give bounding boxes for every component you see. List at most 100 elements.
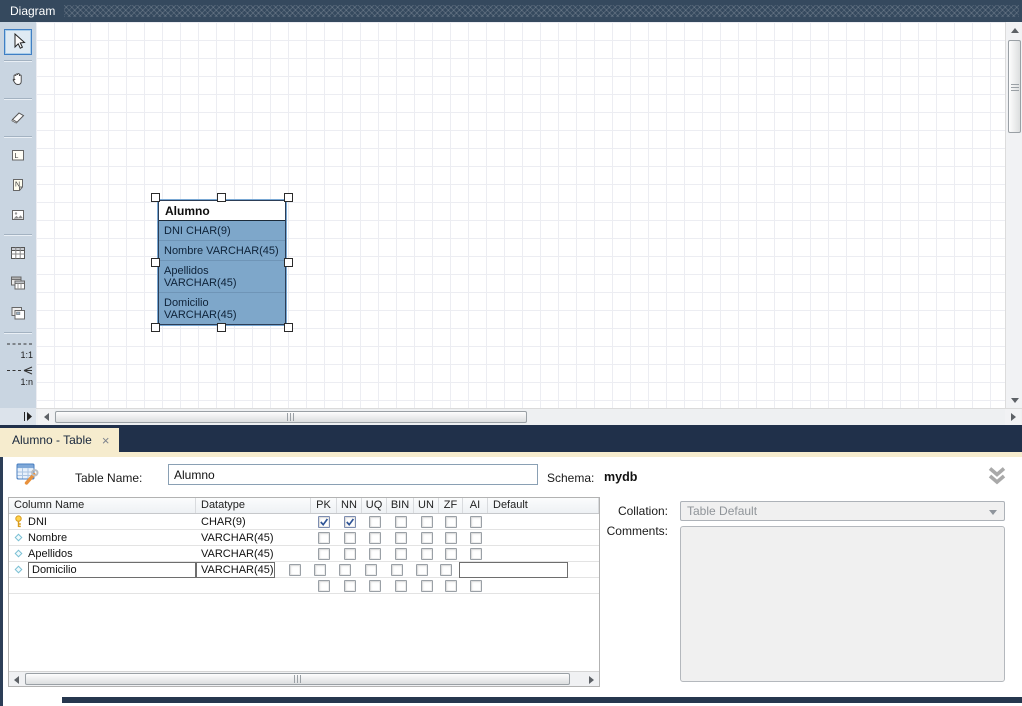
checkbox-un[interactable]	[421, 580, 433, 592]
checkbox-pk[interactable]	[318, 548, 330, 560]
checkbox-ai[interactable]	[470, 580, 482, 592]
checkbox-pk[interactable]	[318, 580, 330, 592]
place-note-tool-button[interactable]: N	[4, 173, 32, 199]
grid-header-column-name[interactable]: Column Name	[9, 498, 196, 513]
checkbox-un[interactable]	[421, 548, 433, 560]
checkbox-uq[interactable]	[369, 548, 381, 560]
checkbox-bin[interactable]	[395, 532, 407, 544]
place-view-tool-button[interactable]	[4, 271, 32, 297]
place-image-tool-button[interactable]	[4, 203, 32, 229]
checkbox-ai[interactable]	[470, 548, 482, 560]
grid-header-nn[interactable]: NN	[337, 498, 362, 513]
checkbox-bin[interactable]	[395, 516, 407, 528]
grid-header-default[interactable]: Default	[488, 498, 599, 513]
grid-row-apellidos[interactable]: ApellidosVARCHAR(45)	[9, 546, 599, 562]
checkbox-uq[interactable]	[369, 580, 381, 592]
diagram-titlebar: Diagram	[0, 0, 1022, 22]
vertical-scroll-thumb[interactable]	[1008, 40, 1021, 133]
scroll-left-arrow[interactable]	[38, 409, 54, 425]
checkbox-zf[interactable]	[445, 548, 457, 560]
checkbox-ai[interactable]	[470, 532, 482, 544]
grid-scroll-thumb[interactable]	[25, 673, 570, 685]
checkbox-un[interactable]	[421, 532, 433, 544]
er-table-figure[interactable]: Alumno DNI CHAR(9)Nombre VARCHAR(45)Apel…	[158, 200, 286, 325]
checkbox-ai[interactable]	[470, 516, 482, 528]
eraser-tool-button[interactable]	[4, 105, 32, 131]
checkbox-pk[interactable]	[318, 532, 330, 544]
pointer-tool-button[interactable]	[4, 29, 32, 55]
checkbox-ai[interactable]	[440, 564, 452, 576]
grid-row-placeholder[interactable]	[9, 578, 599, 594]
selection-handle[interactable]	[151, 323, 160, 332]
scroll-up-arrow[interactable]	[1006, 22, 1022, 38]
grid-row-nombre[interactable]: NombreVARCHAR(45)	[9, 530, 599, 546]
collation-select[interactable]: Table Default	[680, 501, 1005, 521]
toolbar-overflow-button[interactable]	[0, 408, 36, 425]
selection-handle[interactable]	[284, 258, 293, 267]
checkbox-pk[interactable]	[318, 516, 330, 528]
checkbox-zf[interactable]	[445, 580, 457, 592]
selection-handle[interactable]	[284, 323, 293, 332]
checkbox-nn[interactable]	[344, 548, 356, 560]
relationship-1-1-tool-button[interactable]: 1:1	[3, 340, 33, 360]
selection-handle[interactable]	[217, 323, 226, 332]
flag-cell	[358, 562, 385, 578]
selection-handle[interactable]	[151, 258, 160, 267]
grid-header-datatype[interactable]: Datatype	[196, 498, 311, 513]
tab-alumno-table[interactable]: Alumno - Table ×	[0, 428, 119, 452]
toolbar-separator	[4, 60, 32, 62]
er-table-column: Apellidos VARCHAR(45)	[159, 260, 285, 292]
editor-tabbar: Alumno - Table ×	[0, 425, 1022, 452]
place-routine-group-tool-button[interactable]	[4, 301, 32, 327]
grid-horizontal-scrollbar[interactable]	[9, 671, 599, 686]
checkbox-zf[interactable]	[445, 532, 457, 544]
table-name-input[interactable]	[168, 464, 538, 485]
canvas-horizontal-scrollbar[interactable]	[36, 408, 1022, 425]
tab-close-icon[interactable]: ×	[102, 434, 110, 447]
checkbox-zf[interactable]	[416, 564, 428, 576]
comments-label: Comments:	[592, 524, 668, 538]
grid-header-uq[interactable]: UQ	[362, 498, 387, 513]
checkbox-bin[interactable]	[365, 564, 377, 576]
checkbox-zf[interactable]	[445, 516, 457, 528]
table-editor-icon	[14, 460, 42, 491]
relationship-1-n-tool-button[interactable]: 1:n	[3, 366, 33, 387]
hand-tool-button[interactable]	[4, 67, 32, 93]
grid-header-zf[interactable]: ZF	[439, 498, 463, 513]
checkbox-nn[interactable]	[344, 580, 356, 592]
diagram-canvas[interactable]: Alumno DNI CHAR(9)Nombre VARCHAR(45)Apel…	[36, 22, 1005, 408]
grid-row-dni[interactable]: DNICHAR(9)	[9, 514, 599, 530]
selection-handle[interactable]	[151, 193, 160, 202]
checkbox-un[interactable]	[421, 516, 433, 528]
place-layer-tool-button[interactable]: L	[4, 143, 32, 169]
checkbox-uq[interactable]	[339, 564, 351, 576]
grid-header-un[interactable]: UN	[414, 498, 439, 513]
canvas-vertical-scrollbar[interactable]	[1005, 22, 1022, 408]
scroll-right-arrow[interactable]	[585, 673, 598, 686]
horizontal-scroll-thumb[interactable]	[55, 411, 527, 423]
checkbox-uq[interactable]	[369, 532, 381, 544]
grid-header-pk[interactable]: PK	[311, 498, 337, 513]
checkbox-pk[interactable]	[289, 564, 301, 576]
scroll-right-arrow[interactable]	[1005, 409, 1021, 425]
checkbox-nn[interactable]	[314, 564, 326, 576]
flag-cell	[337, 546, 362, 562]
checkbox-nn[interactable]	[344, 532, 356, 544]
comments-textarea[interactable]	[680, 526, 1005, 682]
grid-header-bin[interactable]: BIN	[387, 498, 414, 513]
collapse-editor-button[interactable]	[984, 464, 1010, 490]
checkbox-un[interactable]	[391, 564, 403, 576]
place-table-tool-button[interactable]	[4, 241, 32, 267]
scroll-down-arrow[interactable]	[1006, 392, 1022, 408]
scroll-left-arrow[interactable]	[10, 673, 23, 686]
checkbox-bin[interactable]	[395, 548, 407, 560]
columns-grid-body: DNICHAR(9)NombreVARCHAR(45)ApellidosVARC…	[9, 514, 599, 594]
selection-handle[interactable]	[284, 193, 293, 202]
checkbox-bin[interactable]	[395, 580, 407, 592]
checkbox-uq[interactable]	[369, 516, 381, 528]
grid-row-domicilio[interactable]: DomicilioVARCHAR(45)	[9, 562, 599, 578]
selection-handle[interactable]	[217, 193, 226, 202]
grid-header-ai[interactable]: AI	[463, 498, 488, 513]
checkbox-nn[interactable]	[344, 516, 356, 528]
er-table[interactable]: Alumno DNI CHAR(9)Nombre VARCHAR(45)Apel…	[158, 200, 286, 325]
